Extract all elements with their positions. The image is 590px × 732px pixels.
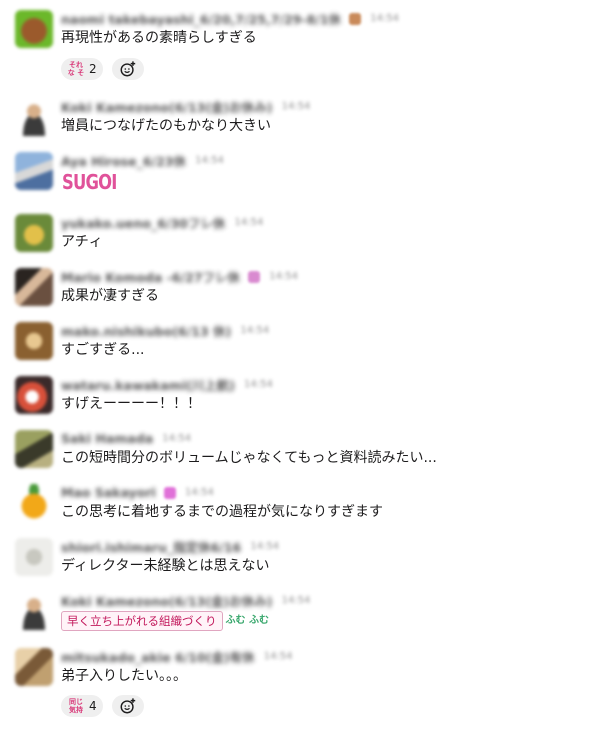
timestamp[interactable]: 14:54 bbox=[264, 651, 293, 662]
add-reaction-button[interactable] bbox=[111, 695, 144, 717]
message-text: この思考に着地するまでの過程が気になりすぎます bbox=[61, 504, 383, 520]
timestamp[interactable]: 14:54 bbox=[162, 433, 191, 444]
sender-name[interactable]: Koki Kamezono(6/13(金)お休み) bbox=[61, 97, 273, 116]
avatar[interactable] bbox=[15, 592, 53, 630]
sender-name[interactable]: Koki Kamezono(6/13(金)お休み) bbox=[61, 591, 273, 610]
sugoi-emoji: SUGOI bbox=[62, 170, 117, 194]
onaji-kimochi-emoji-icon: 同じ気持ち bbox=[69, 698, 83, 714]
timestamp[interactable]: 14:54 bbox=[234, 217, 263, 228]
message-text: 成果が凄すぎる bbox=[61, 288, 159, 304]
avatar[interactable] bbox=[15, 538, 53, 576]
avatar[interactable] bbox=[15, 268, 53, 306]
sorena-emoji-icon: それな それ bbox=[67, 61, 85, 77]
timestamp[interactable]: 14:54 bbox=[195, 155, 224, 166]
message-text: 再現性があるの素晴らしすぎる bbox=[61, 30, 257, 46]
timestamp[interactable]: 14:54 bbox=[282, 101, 311, 112]
message-text: すごすぎる... bbox=[61, 342, 145, 358]
reaction-pill[interactable]: 同じ気持ち 4 bbox=[61, 695, 103, 717]
timestamp[interactable]: 14:54 bbox=[185, 487, 214, 498]
add-reaction-icon bbox=[120, 698, 135, 714]
sender-name[interactable]: shiori.ishimaru_指定休6/16 bbox=[61, 537, 241, 556]
reaction-pill[interactable]: それな それ 2 bbox=[61, 58, 103, 80]
avatar[interactable] bbox=[15, 152, 53, 190]
topic-tag: 早く立ち上がれる組織づくり bbox=[61, 611, 223, 631]
message-content: 早く立ち上がれる組織づくり ふむ ふむ bbox=[61, 611, 269, 631]
sender-name[interactable]: naomi takebayashi_6/20,7/25,7/29-8/1休 bbox=[61, 9, 341, 28]
avatar[interactable] bbox=[15, 214, 53, 252]
add-reaction-icon bbox=[120, 61, 135, 77]
timestamp[interactable]: 14:54 bbox=[250, 541, 279, 552]
message-text: ディレクター未経験とは思えない bbox=[61, 558, 270, 574]
sender-name[interactable]: yukako.ueno_6/30フレ休 bbox=[61, 213, 225, 232]
avatar[interactable] bbox=[15, 430, 53, 468]
message-text: 増員につなげたのもかなり大きい bbox=[61, 118, 271, 134]
sender-name[interactable]: Mao Sakayori bbox=[61, 485, 156, 500]
avatar[interactable] bbox=[15, 484, 53, 522]
sender-name[interactable]: mako.nishikubo(6/13 休) bbox=[61, 321, 231, 340]
heart-icon bbox=[248, 270, 261, 283]
avatar[interactable] bbox=[15, 376, 53, 414]
message-text: アチィ bbox=[61, 234, 103, 250]
reaction-bar: それな それ 2 bbox=[61, 58, 144, 82]
message-text: 弟子入りしたい。。。 bbox=[61, 668, 187, 684]
avatar[interactable] bbox=[15, 98, 53, 136]
timestamp[interactable]: 14:54 bbox=[282, 595, 311, 606]
timestamp[interactable]: 14:54 bbox=[244, 379, 273, 390]
reaction-count: 2 bbox=[89, 62, 97, 76]
reaction-count: 4 bbox=[89, 699, 97, 713]
message-text: すげえーーーー！！！ bbox=[61, 396, 201, 412]
avatar[interactable] bbox=[15, 648, 53, 686]
sender-name[interactable]: Aya Hirose_6/23休 bbox=[61, 151, 186, 170]
fumu-emoji-icon: ふむ ふむ bbox=[225, 615, 269, 626]
avatar[interactable] bbox=[15, 322, 53, 360]
status-emoji-icon bbox=[349, 12, 362, 25]
message-text: この短時間分のボリュームじゃなくてもっと資料読みたい... bbox=[61, 450, 437, 466]
avatar[interactable] bbox=[15, 10, 53, 48]
timestamp[interactable]: 14:54 bbox=[240, 325, 269, 336]
sender-name[interactable]: mitsukado_akie 6/10(金)有休 bbox=[61, 647, 255, 666]
add-reaction-button[interactable] bbox=[111, 58, 144, 80]
sender-name[interactable]: Mario Komoda -6/27フレ休 bbox=[61, 267, 240, 286]
reaction-bar: 同じ気持ち 4 bbox=[61, 695, 144, 719]
timestamp[interactable]: 14:54 bbox=[370, 13, 399, 24]
status-emoji-icon bbox=[163, 486, 176, 499]
sender-name[interactable]: Saki Hamada bbox=[61, 431, 153, 446]
sender-name[interactable]: wataru.kawakami(川上航) bbox=[61, 375, 235, 394]
timestamp[interactable]: 14:54 bbox=[269, 271, 298, 282]
